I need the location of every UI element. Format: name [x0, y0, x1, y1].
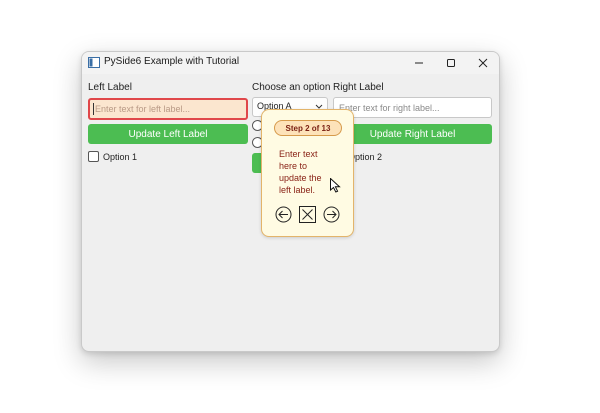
window-title: PySide6 Example with Tutorial [104, 56, 240, 67]
close-button[interactable] [468, 52, 498, 74]
maximize-button[interactable] [436, 52, 466, 74]
close-icon [478, 58, 488, 68]
minimize-icon [415, 62, 423, 64]
title-bar[interactable]: PySide6 Example with Tutorial [82, 52, 499, 74]
minimize-button[interactable] [404, 52, 434, 74]
back-arrow-icon[interactable] [275, 206, 292, 223]
tutorial-step-badge: Step 2 of 13 [274, 120, 342, 136]
mouse-cursor-icon [330, 178, 341, 193]
tutorial-popover: Step 2 of 13 Enter text here to update t… [261, 109, 354, 237]
update-right-label-button[interactable]: Update Right Label [333, 124, 492, 144]
text-cursor [93, 103, 94, 115]
choose-option-label: Choose an option [252, 82, 331, 93]
option-1-checkbox[interactable] [88, 151, 99, 162]
close-tour-icon[interactable] [299, 206, 316, 223]
right-text-input[interactable] [333, 97, 492, 118]
maximize-icon [447, 59, 455, 67]
app-icon [88, 57, 100, 68]
right-label: Right Label [333, 82, 384, 93]
option-1-checkbox-row[interactable]: Option 1 [88, 151, 137, 162]
left-label: Left Label [88, 82, 132, 93]
left-text-input[interactable] [88, 98, 248, 120]
update-left-label-button[interactable]: Update Left Label [88, 124, 248, 144]
option-1-label: Option 1 [103, 151, 138, 162]
next-arrow-icon[interactable] [323, 206, 340, 223]
